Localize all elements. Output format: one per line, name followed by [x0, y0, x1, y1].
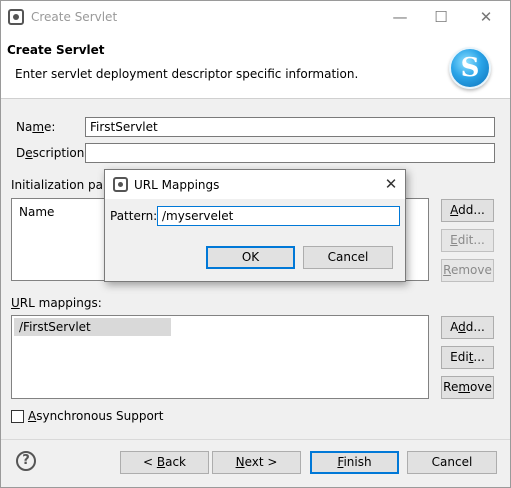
dialog-title: URL Mappings [134, 178, 220, 192]
window-title: Create Servlet [31, 10, 118, 24]
back-button[interactable]: < Back [120, 451, 209, 474]
description-label: Description: [16, 146, 89, 160]
async-support-checkbox[interactable] [11, 410, 24, 423]
maximize-button[interactable]: ☐ [423, 5, 459, 29]
app-icon [8, 9, 24, 25]
minimize-button[interactable]: — [382, 5, 418, 29]
init-params-label: Initialization para [11, 178, 116, 192]
pattern-input[interactable]: /myservelet [157, 206, 400, 226]
dialog-close-icon[interactable]: ✕ [381, 173, 401, 195]
title-bar: Create Servlet — ☐ ✕ [1, 1, 510, 33]
finish-button[interactable]: Finish [310, 451, 399, 474]
url-mappings-dialog: URL Mappings ✕ Pattern: /myservelet OK C… [104, 169, 406, 282]
url-add-button[interactable]: Add... [441, 316, 494, 339]
create-servlet-window: Create Servlet — ☐ ✕ Create Servlet Ente… [0, 0, 511, 488]
page-title: Create Servlet [7, 43, 105, 57]
wizard-header: Create Servlet Enter servlet deployment … [1, 33, 510, 99]
url-mappings-label: URL mappings: [11, 296, 102, 310]
dialog-title-bar: URL Mappings ✕ [105, 170, 405, 199]
cancel-button[interactable]: Cancel [407, 451, 497, 474]
footer-divider [1, 439, 510, 440]
description-field[interactable] [85, 143, 495, 163]
init-add-button[interactable]: Add... [441, 199, 494, 222]
url-mappings-list[interactable]: /FirstServlet [11, 315, 429, 399]
servlet-logo-icon: S [449, 47, 491, 89]
page-description: Enter servlet deployment descriptor spec… [15, 67, 359, 81]
dialog-app-icon [113, 177, 128, 192]
dialog-cancel-button[interactable]: Cancel [303, 246, 393, 269]
pattern-label: Pattern: [110, 209, 158, 223]
list-item[interactable]: /FirstServlet [14, 318, 171, 336]
close-button[interactable]: ✕ [468, 5, 504, 29]
url-remove-button[interactable]: Remove [441, 376, 494, 399]
help-icon[interactable]: ? [16, 451, 36, 471]
init-edit-button[interactable]: Edit... [441, 229, 494, 252]
init-params-name-column: Name [19, 205, 55, 219]
init-remove-button[interactable]: Remove [441, 259, 494, 282]
dialog-ok-button[interactable]: OK [206, 246, 295, 269]
name-field[interactable]: FirstServlet [85, 117, 495, 137]
async-support-label: Asynchronous Support [28, 409, 164, 423]
name-label: Name: [16, 120, 56, 134]
url-edit-button[interactable]: Edit... [441, 346, 494, 369]
next-button[interactable]: Next > [212, 451, 301, 474]
